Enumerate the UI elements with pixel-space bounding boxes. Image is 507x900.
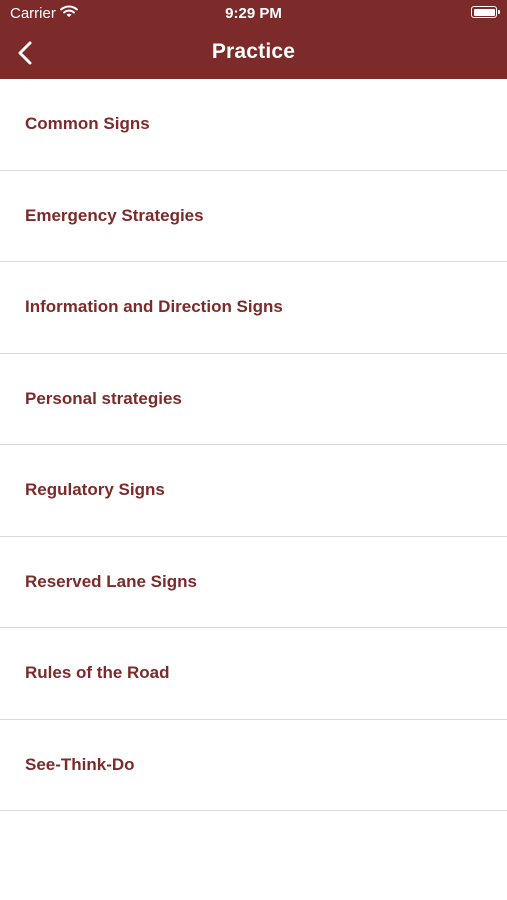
list-item-regulatory-signs[interactable]: Regulatory Signs xyxy=(0,445,507,537)
list-item-emergency-strategies[interactable]: Emergency Strategies xyxy=(0,171,507,262)
status-bar: Carrier 9:29 PM xyxy=(0,0,507,28)
list-item-label: Common Signs xyxy=(25,114,150,134)
list-item-label: Rules of the Road xyxy=(25,663,170,683)
list-item-label: Personal strategies xyxy=(25,388,182,408)
page-title: Practice xyxy=(211,40,296,63)
list-item-personal-strategies[interactable]: Personal strategies xyxy=(0,354,507,445)
list-item-reserved-lane-signs[interactable]: Reserved Lane Signs xyxy=(0,537,507,628)
list-item-rules-of-the-road[interactable]: Rules of the Road xyxy=(0,628,507,720)
battery-icon xyxy=(471,6,500,18)
list-item-label: Reserved Lane Signs xyxy=(25,571,197,591)
list-item-label: Emergency Strategies xyxy=(25,205,204,225)
list-item-label: Regulatory Signs xyxy=(25,480,165,500)
battery-nub xyxy=(498,10,500,14)
list-item-common-signs[interactable]: Common Signs xyxy=(0,79,507,171)
navigation-bar: Practice xyxy=(0,28,507,79)
list-item-see-think-do[interactable]: See-Think-Do xyxy=(0,720,507,811)
list-item-label: Information and Direction Signs xyxy=(25,297,283,317)
top-bar: Carrier 9:29 PM Practice xyxy=(0,0,507,79)
battery-fill xyxy=(473,8,495,16)
list-item-information-and-direction-signs[interactable]: Information and Direction Signs xyxy=(0,262,507,354)
list-item-label: See-Think-Do xyxy=(25,754,135,774)
status-time: 9:29 PM xyxy=(225,5,282,22)
practice-list: Common Signs Emergency Strategies Inform… xyxy=(0,79,507,811)
